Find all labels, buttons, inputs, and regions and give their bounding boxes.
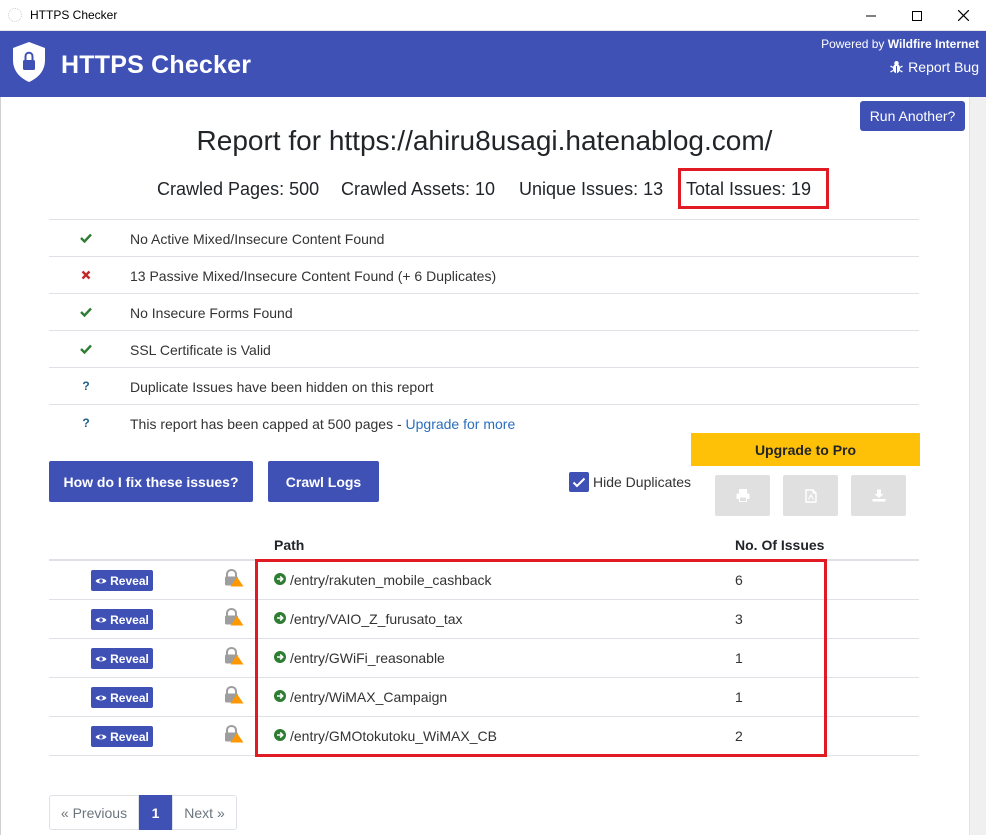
reveal-label: Reveal	[110, 729, 149, 744]
pagination-previous[interactable]: « Previous	[49, 795, 139, 830]
lock-warning-icon	[225, 608, 244, 626]
check-text: This report has been capped at 500 pages…	[130, 416, 406, 432]
eye-icon	[95, 695, 107, 700]
hide-duplicates-label: Hide Duplicates	[593, 474, 692, 490]
reveal-button[interactable]: Reveal	[91, 726, 153, 747]
check-icon	[79, 342, 93, 356]
window-titlebar: HTTPS Checker	[0, 0, 986, 31]
reveal-button[interactable]: Reveal	[91, 687, 153, 708]
pagination: « Previous 1 Next »	[49, 795, 237, 830]
close-icon	[957, 10, 969, 21]
minimize-button[interactable]	[848, 0, 894, 31]
column-header-path: Path	[274, 537, 305, 553]
app-brand: HTTPS Checker	[61, 51, 252, 79]
powered-by-link[interactable]: Wildfire Internet	[888, 37, 979, 51]
check-text: SSL Certificate is Valid	[130, 342, 271, 358]
stat-unique-issues: Unique Issues: 13	[519, 179, 664, 199]
reveal-button[interactable]: Reveal	[91, 570, 153, 591]
upgrade-for-more-link[interactable]: Upgrade for more	[406, 416, 516, 432]
reveal-button[interactable]: Reveal	[91, 609, 153, 630]
maximize-button[interactable]	[894, 0, 940, 31]
app-icon	[8, 8, 22, 22]
print-icon	[736, 489, 749, 502]
check-results-list: No Active Mixed/Insecure Content Found 1…	[49, 219, 919, 441]
question-icon: ?	[82, 379, 90, 393]
reveal-label: Reveal	[110, 651, 149, 666]
reveal-button[interactable]: Reveal	[91, 648, 153, 669]
vertical-scrollbar[interactable]	[969, 97, 986, 835]
eye-icon	[95, 734, 107, 739]
pdf-export-button[interactable]	[783, 475, 838, 516]
hide-duplicates-toggle[interactable]: Hide Duplicates	[569, 472, 691, 492]
check-text: 13 Passive Mixed/Insecure Content Found …	[130, 268, 497, 284]
check-row: SSL Certificate is Valid	[49, 330, 919, 367]
lock-warning-icon	[225, 686, 244, 704]
check-row: ? Duplicate Issues have been hidden on t…	[49, 367, 919, 404]
eye-icon	[95, 656, 107, 661]
checkmark-icon	[572, 477, 586, 487]
check-text-row: This report has been capped at 500 pages…	[130, 416, 515, 432]
lock-warning-icon	[225, 647, 244, 665]
check-row: 13 Passive Mixed/Insecure Content Found …	[49, 256, 919, 293]
question-icon: ?	[82, 416, 90, 430]
download-button[interactable]	[851, 475, 906, 516]
pagination-page-1[interactable]: 1	[139, 795, 172, 830]
window-edge	[0, 97, 1, 835]
maximize-icon	[912, 10, 922, 21]
hide-duplicates-checkbox[interactable]	[569, 472, 589, 492]
check-text: No Active Mixed/Insecure Content Found	[130, 231, 385, 247]
check-row: No Insecure Forms Found	[49, 293, 919, 330]
report-title: Report for https://ahiru8usagi.hatenablo…	[196, 125, 773, 156]
reveal-label: Reveal	[110, 612, 149, 627]
bug-icon	[890, 61, 904, 74]
column-header-issues: No. Of Issues	[735, 537, 825, 553]
pagination-next[interactable]: Next »	[172, 795, 237, 830]
report-bug-label: Report Bug	[908, 59, 979, 75]
app-header: HTTPS Checker Powered by Wildfire Intern…	[0, 31, 986, 97]
upgrade-to-pro-button[interactable]: Upgrade to Pro	[691, 433, 920, 466]
check-text: No Insecure Forms Found	[130, 305, 293, 321]
reveal-label: Reveal	[110, 690, 149, 705]
file-pdf-icon	[804, 488, 817, 503]
stat-crawled-assets: Crawled Assets: 10	[341, 179, 496, 199]
download-icon	[872, 489, 885, 502]
powered-by-prefix: Powered by	[821, 37, 888, 51]
fix-issues-button[interactable]: How do I fix these issues?	[49, 461, 253, 502]
crawl-logs-button[interactable]: Crawl Logs	[268, 461, 379, 502]
check-icon	[79, 305, 93, 319]
shield-lock-icon	[13, 42, 45, 82]
check-icon	[79, 231, 93, 245]
close-button[interactable]	[940, 0, 986, 31]
print-button[interactable]	[715, 475, 770, 516]
minimize-icon	[866, 15, 876, 16]
highlight-box-paths	[255, 559, 827, 757]
eye-icon	[95, 617, 107, 622]
lock-warning-icon	[225, 725, 244, 743]
table-header: Path No. Of Issues	[49, 533, 919, 561]
window-title: HTTPS Checker	[30, 8, 118, 22]
check-text: Duplicate Issues have been hidden on thi…	[130, 379, 434, 395]
eye-icon	[95, 578, 107, 583]
check-row: No Active Mixed/Insecure Content Found	[49, 219, 919, 256]
lock-warning-icon	[225, 569, 244, 587]
report-bug-link[interactable]: Report Bug	[890, 59, 979, 75]
powered-by: Powered by Wildfire Internet	[821, 37, 979, 51]
highlight-box-total	[678, 168, 829, 209]
stat-crawled-pages: Crawled Pages: 500	[157, 179, 320, 199]
reveal-label: Reveal	[110, 573, 149, 588]
cross-icon	[79, 268, 93, 282]
